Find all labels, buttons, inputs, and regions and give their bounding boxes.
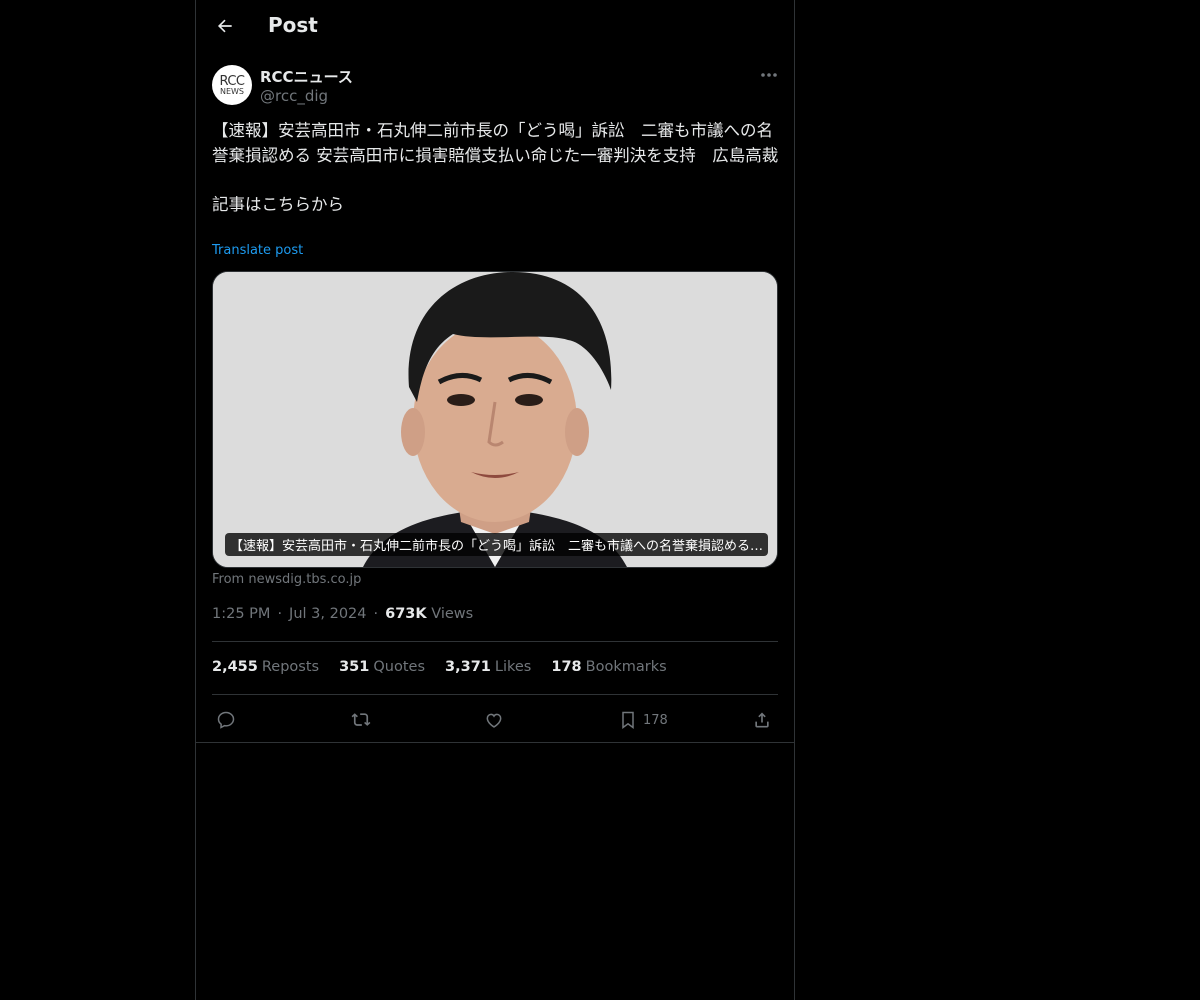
like-button[interactable]: [484, 706, 504, 734]
post-meta: 1:25 PM · Jul 3, 2024 · 673K Views: [212, 606, 473, 622]
likes-label: Likes: [494, 659, 532, 675]
bookmarks-stat[interactable]: 178 Bookmarks: [551, 659, 666, 675]
back-button[interactable]: [208, 9, 242, 43]
share-button[interactable]: [752, 706, 772, 734]
bookmark-count: 178: [643, 712, 668, 728]
post-time[interactable]: 1:25 PM: [212, 606, 270, 622]
quotes-count: 351: [339, 659, 370, 675]
share-icon: [755, 712, 769, 728]
repost-button[interactable]: [350, 706, 372, 734]
bookmark-button[interactable]: 178: [618, 706, 668, 734]
reposts-stat[interactable]: 2,455 Reposts: [212, 659, 319, 675]
reposts-count: 2,455: [212, 659, 258, 675]
post-date[interactable]: Jul 3, 2024: [289, 606, 366, 622]
more-horizontal-icon: [761, 73, 777, 77]
separator-dot: ·: [277, 606, 283, 622]
post-header: Post: [196, 0, 794, 53]
bookmark-icon: [622, 711, 634, 729]
tweet-text: 【速報】安芸高田市・石丸伸二前市長の「どう喝」訴訟 二審も市議への名誉棄損認める…: [212, 121, 779, 214]
more-options-button[interactable]: [756, 65, 782, 85]
post-column: Post RCC NEWS RCCニュース @rcc_dig 【速報】安芸高田市…: [195, 0, 795, 1000]
reply-icon: [217, 711, 235, 729]
author-display-name[interactable]: RCCニュース: [260, 66, 353, 87]
quotes-label: Quotes: [373, 659, 426, 675]
likes-count: 3,371: [445, 659, 491, 675]
news-photo-person: [213, 272, 777, 567]
quotes-stat[interactable]: 351 Quotes: [339, 659, 425, 675]
arrow-left-icon: [217, 19, 232, 33]
likes-stat[interactable]: 3,371 Likes: [445, 659, 531, 675]
divider: [212, 694, 778, 695]
repost-icon: [351, 713, 371, 726]
page-title: Post: [268, 13, 318, 37]
author-handle[interactable]: @rcc_dig: [260, 87, 328, 105]
views-label: Views: [431, 606, 474, 622]
translate-post-link[interactable]: Translate post: [212, 243, 303, 258]
divider: [212, 641, 778, 642]
reply-button[interactable]: [216, 706, 236, 734]
reposts-label: Reposts: [261, 659, 320, 675]
avatar-logo-subtext: NEWS: [219, 86, 245, 96]
post-actions: 178: [212, 706, 778, 734]
heart-icon: [486, 713, 502, 728]
avatar[interactable]: RCC NEWS: [212, 65, 252, 105]
avatar-logo-text: RCC: [219, 73, 245, 89]
separator-dot: ·: [373, 606, 379, 622]
link-card-image[interactable]: 【速報】安芸高田市・石丸伸二前市長の「どう喝」訴訟 二審も市議への名誉棄損認める…: [212, 271, 778, 568]
post-bottom-border: [196, 742, 794, 743]
card-source[interactable]: From newsdig.tbs.co.jp: [212, 572, 361, 587]
views-count: 673K: [385, 606, 427, 622]
bookmarks-label: Bookmarks: [585, 659, 667, 675]
post-stats: 2,455 Reposts 351 Quotes 3,371 Likes 178 Boo…: [212, 659, 667, 675]
card-caption: 【速報】安芸高田市・石丸伸二前市長の「どう喝」訴訟 二審も市議への名誉棄損認める…: [225, 533, 769, 556]
bookmarks-count: 178: [551, 659, 582, 675]
